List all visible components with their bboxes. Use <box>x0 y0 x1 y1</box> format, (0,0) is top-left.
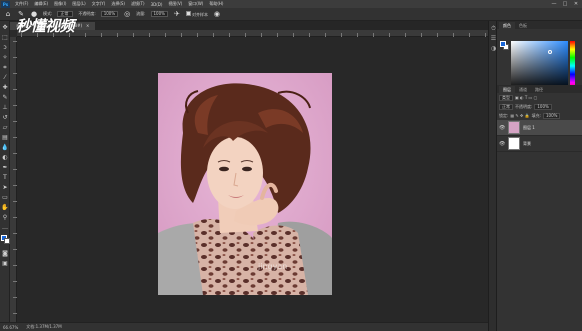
collapsed-panel-dock: ⏱ ☰ ◑ <box>488 21 497 331</box>
menu-view[interactable]: 视图(V) <box>165 1 185 7</box>
right-panels: 颜色 色板 图层 通道 路径 类型 ▣ ◐ T ▭ ▢ 正常 不透明度: 100… <box>497 21 582 331</box>
path-select-tool-icon[interactable]: ➤ <box>1 184 9 192</box>
filter-icons[interactable]: ▣ ◐ T ▭ ▢ <box>515 95 537 100</box>
opacity-input[interactable]: 100% <box>100 11 119 17</box>
options-bar: ⌂ ✎ ● 模式: 正常 不透明度: 100% ◎ 流量: 100% ✈ 对齐样… <box>0 8 582 21</box>
adjustments-panel-icon[interactable]: ◑ <box>490 45 497 52</box>
layer-opacity-input[interactable]: 100% <box>534 103 552 110</box>
airbrush-icon[interactable]: ✈ <box>173 10 181 18</box>
menu-help[interactable]: 帮助(H) <box>206 1 226 7</box>
menu-type[interactable]: 文字(Y) <box>89 1 109 7</box>
layer-name: 背景 <box>523 140 531 146</box>
lasso-tool-icon[interactable]: ↄ <box>1 44 9 52</box>
menu-3d[interactable]: 3D(D) <box>148 2 166 7</box>
layer-name: 图层 1 <box>523 124 535 130</box>
hue-slider[interactable] <box>570 41 575 91</box>
layer-thumbnail <box>508 121 520 134</box>
tab-paths[interactable]: 路径 <box>531 86 547 93</box>
home-icon[interactable]: ⌂ <box>4 10 12 18</box>
quick-mask-icon[interactable]: ◙ <box>1 250 9 258</box>
lock-label: 锁定: <box>499 112 509 118</box>
window-controls: — □ ✕ <box>551 1 582 7</box>
gradient-tool-icon[interactable]: ▤ <box>1 134 9 142</box>
portrait-photo: jingyan <box>158 73 332 295</box>
maximize-button[interactable]: □ <box>562 1 568 7</box>
menu-file[interactable]: 文件(F) <box>12 1 31 7</box>
pressure-size-icon[interactable]: ◉ <box>213 10 221 18</box>
document-info: 文档:1.37M/1.37M <box>26 324 62 329</box>
type-tool-icon[interactable]: T <box>1 174 9 182</box>
pen-tool-icon[interactable]: ✒ <box>1 164 9 172</box>
video-watermark: 秒懂视频 <box>16 17 75 35</box>
blend-mode-select[interactable]: 正常 <box>499 103 513 110</box>
layers-panel: 图层 通道 路径 类型 ▣ ◐ T ▭ ▢ 正常 不透明度: 100% 锁定: … <box>497 85 582 331</box>
healing-brush-tool-icon[interactable]: ✚ <box>1 84 9 92</box>
dodge-tool-icon[interactable]: ◐ <box>1 154 9 162</box>
color-picker-marker[interactable] <box>548 50 552 54</box>
layer-row-background[interactable]: 👁 背景 <box>497 136 582 152</box>
document-tab-bar: 未标题-1 @ 66.7% (背景, RGB/8#) × <box>10 21 488 30</box>
menu-edit[interactable]: 编辑(E) <box>31 1 51 7</box>
opacity-label: 不透明度: <box>78 11 96 16</box>
menu-window[interactable]: 窗口(W) <box>185 1 206 7</box>
fill-label: 填充: <box>531 112 541 118</box>
zoom-level[interactable]: 66.67% <box>3 325 18 330</box>
blur-tool-icon[interactable]: 💧 <box>1 144 9 152</box>
layers-panel-tabs: 图层 通道 路径 <box>497 85 582 93</box>
color-picker-field[interactable] <box>511 41 568 91</box>
document-canvas[interactable]: jingyan <box>158 73 332 295</box>
layer-filter-select[interactable]: 类型 <box>499 94 513 101</box>
layer-opacity-label: 不透明度: <box>515 103 533 109</box>
flow-label: 流量: <box>136 11 146 16</box>
lock-row: 锁定: ▦ ✎ ✥ 🔒 填充: 100% <box>497 111 582 120</box>
horizontal-ruler <box>17 30 488 37</box>
close-button[interactable]: ✕ <box>573 1 579 7</box>
eraser-tool-icon[interactable]: ▱ <box>1 124 9 132</box>
photoshop-logo: Ps <box>1 0 10 8</box>
layer-row-layer1[interactable]: 👁 图层 1 <box>497 120 582 136</box>
tab-swatches[interactable]: 色板 <box>515 22 531 29</box>
menu-image[interactable]: 图像(I) <box>51 1 69 7</box>
tab-channels[interactable]: 通道 <box>515 86 531 93</box>
vertical-ruler <box>10 37 17 322</box>
menu-layer[interactable]: 图层(L) <box>69 1 88 7</box>
quick-select-tool-icon[interactable]: ✧ <box>1 54 9 62</box>
tab-layers[interactable]: 图层 <box>499 86 515 93</box>
clone-stamp-tool-icon[interactable]: ⊥ <box>1 104 9 112</box>
hand-tool-icon[interactable]: ✋ <box>1 204 9 212</box>
blend-row: 正常 不透明度: 100% <box>497 102 582 111</box>
color-panel-foreground-swatch[interactable] <box>500 41 506 47</box>
align-checkbox[interactable]: 对齐样本 <box>185 10 208 18</box>
brush-tool-icon[interactable]: ✎ <box>1 94 9 102</box>
minimize-button[interactable]: — <box>551 1 557 7</box>
properties-panel-icon[interactable]: ☰ <box>490 35 497 42</box>
document-close-icon[interactable]: × <box>86 22 89 30</box>
eyedropper-tool-icon[interactable]: ⁄ <box>1 74 9 82</box>
fill-input[interactable]: 100% <box>543 112 561 119</box>
visibility-eye-icon[interactable]: 👁 <box>499 125 505 131</box>
menu-bar: Ps 文件(F) 编辑(E) 图像(I) 图层(L) 文字(Y) 选择(S) 滤… <box>0 0 582 8</box>
layer-thumbnail <box>508 137 520 150</box>
flow-input[interactable]: 100% <box>150 11 168 17</box>
visibility-eye-icon[interactable]: 👁 <box>499 141 505 147</box>
move-tool-icon[interactable]: ✥ <box>1 24 9 32</box>
menu-select[interactable]: 选择(S) <box>108 1 128 7</box>
history-panel-icon[interactable]: ⏱ <box>490 25 497 32</box>
marquee-tool-icon[interactable]: ⬚ <box>1 34 9 42</box>
history-brush-tool-icon[interactable]: ↺ <box>1 114 9 122</box>
pressure-opacity-icon[interactable]: ◎ <box>123 10 131 18</box>
status-bar: 66.67% 文档:1.37M/1.37M <box>0 322 488 331</box>
layer-filter-row: 类型 ▣ ◐ T ▭ ▢ <box>497 93 582 102</box>
color-panel-tabs: 颜色 色板 <box>497 21 582 29</box>
photo-watermark: jingyan <box>257 262 287 271</box>
tools-panel: ✥ ⬚ ↄ ✧ ⌗ ⁄ ✚ ✎ ⊥ ↺ ▱ ▤ 💧 ◐ ✒ T ➤ ▭ ✋ ⚲ … <box>0 21 10 322</box>
crop-tool-icon[interactable]: ⌗ <box>1 64 9 72</box>
zoom-tool-icon[interactable]: ⚲ <box>1 214 9 222</box>
more-tools-icon[interactable]: … <box>1 224 9 232</box>
tab-color[interactable]: 颜色 <box>499 22 515 29</box>
lock-icons[interactable]: ▦ ✎ ✥ 🔒 <box>510 113 529 118</box>
shape-tool-icon[interactable]: ▭ <box>1 194 9 202</box>
menu-filter[interactable]: 滤镜(T) <box>128 1 148 7</box>
screen-mode-icon[interactable]: ▣ <box>1 260 9 268</box>
